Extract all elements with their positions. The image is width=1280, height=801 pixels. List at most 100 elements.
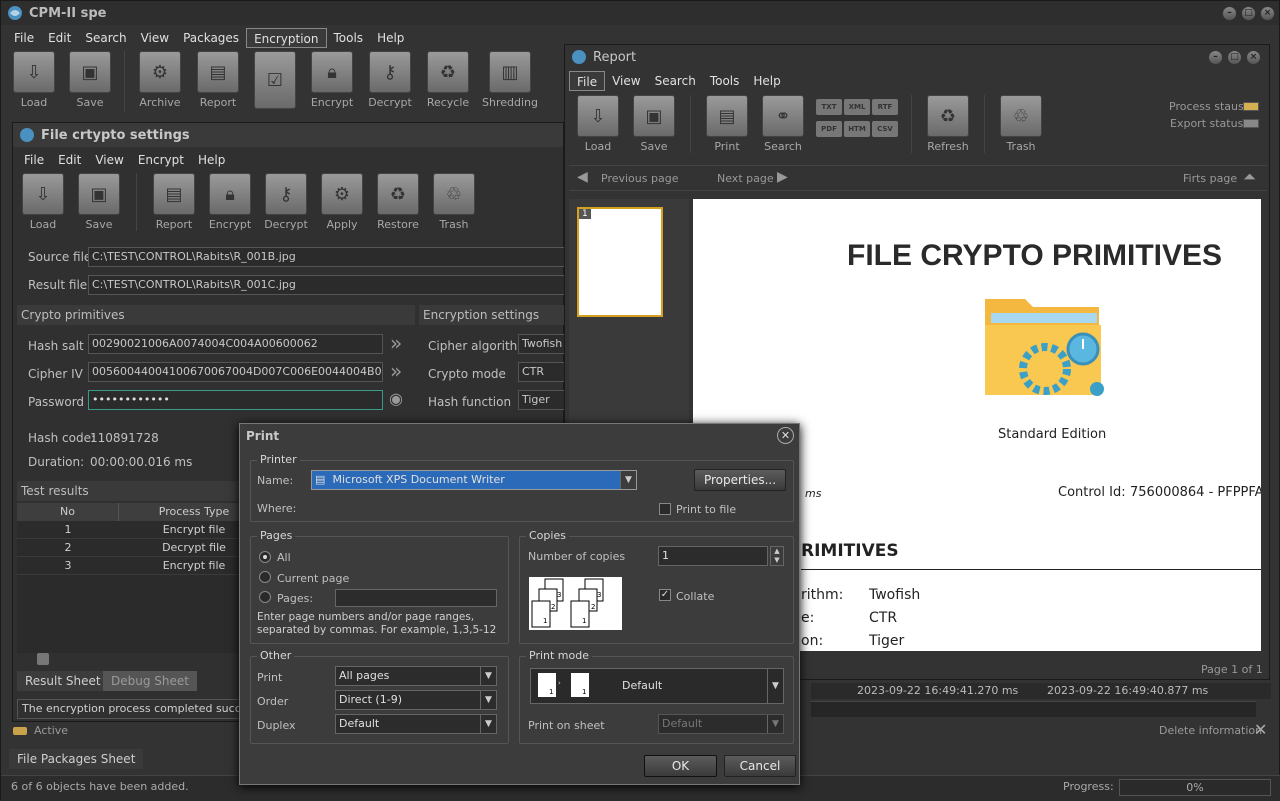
archive-button[interactable]: ⚙ Archive — [134, 51, 186, 109]
hash-salt-field[interactable]: 00290021006A0074004C004A00600062 — [88, 334, 383, 354]
print-range-select[interactable]: All pages ▼ — [335, 666, 497, 686]
page-thumbnail[interactable]: 1 — [577, 207, 663, 317]
crypto-menu-help[interactable]: Help — [191, 150, 232, 170]
crypto-menu-file[interactable]: File — [17, 150, 51, 170]
current-page-radio[interactable] — [259, 571, 271, 583]
report-search-button[interactable]: ⚭ Search — [760, 95, 806, 153]
menu-help[interactable]: Help — [370, 28, 411, 48]
report-menu-file[interactable]: File — [569, 71, 606, 91]
cancel-button[interactable]: Cancel — [724, 755, 796, 777]
collate-checkbox[interactable]: ✓ — [659, 589, 671, 601]
first-page-button[interactable]: Firts page — [1183, 172, 1237, 185]
crypto-encrypt-button[interactable]: 🔒︎ Encrypt — [208, 173, 252, 231]
menu-view[interactable]: View — [134, 28, 176, 48]
crypto-trash-button[interactable]: ♲ Trash — [432, 173, 476, 231]
hash-function-select[interactable]: Tiger — [518, 390, 568, 410]
shredding-button[interactable]: ▥ Shredding — [480, 51, 540, 109]
maximize-button[interactable]: □ — [1241, 6, 1256, 21]
next-page-icon[interactable]: ▶ — [777, 169, 788, 185]
menu-tools[interactable]: Tools — [327, 28, 371, 48]
report-print-button[interactable]: ▤ Print — [704, 95, 750, 153]
report-load-button[interactable]: ⇩ Load — [575, 95, 621, 153]
menu-file[interactable]: File — [7, 28, 41, 48]
cipher-iv-field[interactable]: 00560044004100670067004D007C006E0044004B… — [88, 362, 383, 382]
horizontal-scrollbar[interactable] — [811, 701, 1256, 717]
recycle-button[interactable]: ♻ Recycle — [422, 51, 474, 109]
table-scroll-handle[interactable] — [37, 653, 49, 665]
crypto-menu-encrypt[interactable]: Encrypt — [131, 150, 191, 170]
report-menu-view[interactable]: View — [605, 71, 647, 91]
ok-button[interactable]: OK — [644, 755, 717, 777]
prev-page-button[interactable]: Previous page — [601, 172, 678, 185]
menu-encryption[interactable]: Encryption — [246, 28, 327, 48]
result-file-field[interactable]: C:\TEST\CONTROL\Rabits\R_001C.jpg — [88, 275, 568, 295]
crypto-mode-select[interactable]: CTR — [518, 362, 568, 382]
order-select[interactable]: Direct (1-9) ▼ — [335, 690, 497, 710]
menu-search[interactable]: Search — [78, 28, 133, 48]
print-to-file-checkbox[interactable] — [659, 503, 671, 515]
duplex-select[interactable]: Default ▼ — [335, 714, 497, 734]
load-button[interactable]: ⇩ Load — [9, 51, 59, 109]
print-close-icon[interactable]: ✕ — [777, 427, 794, 444]
crypto-menu-view[interactable]: View — [88, 150, 130, 170]
report-menu-help[interactable]: Help — [746, 71, 787, 91]
prev-page-icon[interactable]: ◀ — [577, 169, 588, 185]
report-trash-button[interactable]: ♲ Trash — [998, 95, 1044, 153]
report-menu-tools[interactable]: Tools — [703, 71, 747, 91]
report-button[interactable]: ▤ Report — [192, 51, 244, 109]
cipher-iv-generate-icon[interactable]: » — [390, 359, 402, 383]
hash-salt-generate-icon[interactable]: » — [390, 331, 402, 355]
key-icon: ⚷ — [369, 51, 411, 93]
crypto-load-button[interactable]: ⇩ Load — [21, 173, 65, 231]
print-on-sheet-select[interactable]: Default ▼ — [658, 714, 784, 734]
show-password-eye-icon[interactable]: ◉ — [389, 389, 403, 408]
printer-name-select[interactable]: ▤ Microsoft XPS Document Writer ▼ — [311, 470, 637, 490]
export-csv-button[interactable]: CSV — [872, 121, 898, 137]
minimize-button[interactable]: – — [1222, 6, 1237, 21]
crypto-save-button[interactable]: ▣ Save — [77, 173, 121, 231]
crypto-report-button[interactable]: ▤ Report — [152, 173, 196, 231]
export-xml-button[interactable]: XML — [844, 99, 870, 115]
report-minimize-button[interactable]: – — [1208, 50, 1223, 65]
copies-input[interactable]: 1 — [658, 546, 768, 566]
report-save-button[interactable]: ▣ Save — [631, 95, 677, 153]
tab-debug-sheet[interactable]: Debug Sheet — [103, 671, 197, 691]
report-refresh-button[interactable]: ♻ Refresh — [925, 95, 971, 153]
report-maximize-button[interactable]: □ — [1227, 50, 1242, 65]
crypto-apply-button[interactable]: ⚙ Apply — [320, 173, 364, 231]
delete-info-icon[interactable]: ✕ — [1254, 720, 1267, 739]
export-pdf-button[interactable]: PDF — [816, 121, 842, 137]
report-menu-search[interactable]: Search — [648, 71, 703, 91]
decrypt-button[interactable]: ⚷ Decrypt — [364, 51, 416, 109]
copies-stepper[interactable]: ▲ ▼ — [770, 546, 784, 566]
export-htm-button[interactable]: HTM — [844, 121, 870, 137]
source-file-field[interactable]: C:\TEST\CONTROL\Rabits\R_001B.jpg — [88, 247, 568, 267]
svg-text:1: 1 — [582, 617, 586, 625]
export-txt-button[interactable]: TXT — [816, 99, 842, 115]
pages-all-radio[interactable] — [259, 551, 271, 563]
crypto-restore-button[interactable]: ♻ Restore — [376, 173, 420, 231]
password-field[interactable]: •••••••••••• — [88, 390, 383, 410]
printer-icon: ▤ — [315, 473, 326, 486]
report-close-button[interactable]: × — [1246, 50, 1261, 65]
tools-grid-button[interactable]: ☑ — [250, 51, 300, 112]
crypto-decrypt-button[interactable]: ⚷ Decrypt — [264, 173, 308, 231]
close-button[interactable]: × — [1260, 6, 1275, 21]
first-page-icon[interactable]: ⏶ — [1243, 167, 1256, 187]
tab-file-packages-sheet[interactable]: File Packages Sheet — [9, 749, 144, 769]
cipher-algorithm-select[interactable]: Twofish — [518, 334, 568, 354]
save-button[interactable]: ▣ Save — [65, 51, 115, 109]
menu-packages[interactable]: Packages — [176, 28, 246, 48]
col-no[interactable]: No — [17, 503, 119, 521]
properties-button[interactable]: Properties... — [694, 469, 786, 491]
crypto-menu-edit[interactable]: Edit — [51, 150, 88, 170]
next-page-button[interactable]: Next page — [717, 172, 774, 185]
pages-range-radio[interactable] — [259, 591, 271, 603]
export-rtf-button[interactable]: RTF — [872, 99, 898, 115]
delete-info-link[interactable]: Delete information — [1159, 724, 1262, 737]
print-mode-select[interactable]: 1 › 1 Default ▼ — [530, 668, 784, 704]
tab-result-sheet[interactable]: Result Sheet — [17, 671, 109, 691]
pages-range-input[interactable] — [335, 589, 497, 607]
encrypt-button[interactable]: 🔒︎ Encrypt — [306, 51, 358, 109]
menu-edit[interactable]: Edit — [41, 28, 78, 48]
